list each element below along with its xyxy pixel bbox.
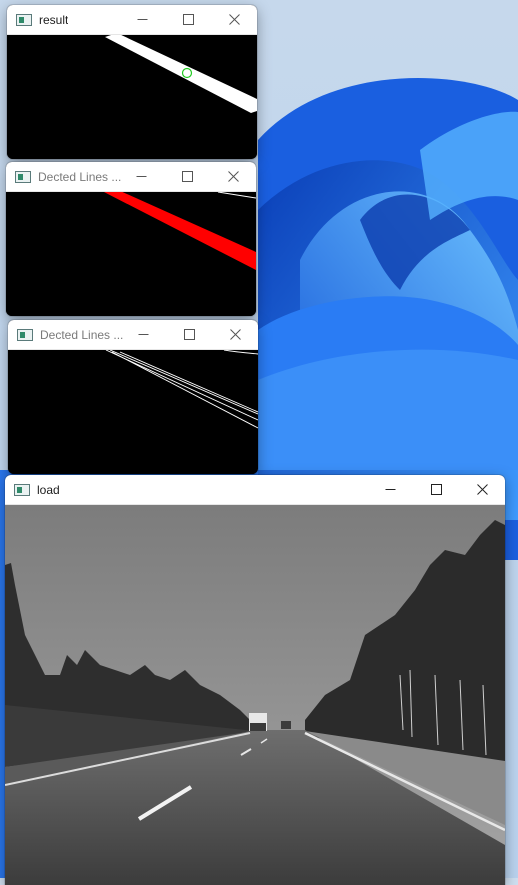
close-icon [476,484,488,495]
maximize-icon [183,329,195,340]
close-icon [229,329,241,340]
window-title: result [39,12,69,27]
app-icon [14,483,30,496]
minimize-icon [137,19,147,20]
truck [249,713,267,731]
detected-lines-window-1[interactable]: Dected Lines ... [6,162,256,316]
maximize-icon [182,14,194,25]
close-button[interactable] [459,475,505,504]
maximize-button[interactable] [164,162,210,191]
road-image [5,505,505,885]
detected-lines-window-2[interactable]: Dected Lines ... [8,320,258,474]
window-title: Dected Lines ... [38,169,122,184]
maximize-button[interactable] [413,475,459,504]
minimize-button[interactable] [118,162,164,191]
minimize-button[interactable] [367,475,413,504]
maximize-icon [181,171,193,182]
window-title: Dected Lines ... [40,327,124,342]
minimize-icon [138,334,148,335]
close-button[interactable] [212,320,258,349]
title-bar[interactable]: Dected Lines ... [6,162,256,192]
minimize-button[interactable] [120,320,166,349]
window-title: load [37,482,60,497]
title-bar[interactable]: Dected Lines ... [8,320,258,350]
edge-lines-canvas [8,349,258,474]
car [281,721,291,729]
close-icon [228,14,240,25]
app-icon [16,13,32,26]
load-window[interactable]: load [5,475,505,885]
title-bar[interactable]: load [5,475,505,505]
app-icon [17,328,33,341]
close-button[interactable] [210,162,256,191]
result-window[interactable]: result [7,5,257,159]
result-canvas [7,33,257,159]
minimize-icon [136,176,146,177]
maximize-button[interactable] [165,5,211,34]
red-lines-canvas [6,190,256,316]
maximize-button[interactable] [166,320,212,349]
minimize-icon [385,489,395,490]
close-button[interactable] [211,5,257,34]
close-icon [227,171,239,182]
title-bar[interactable]: result [7,5,257,35]
minimize-button[interactable] [119,5,165,34]
maximize-icon [430,484,442,495]
app-icon [15,170,31,183]
